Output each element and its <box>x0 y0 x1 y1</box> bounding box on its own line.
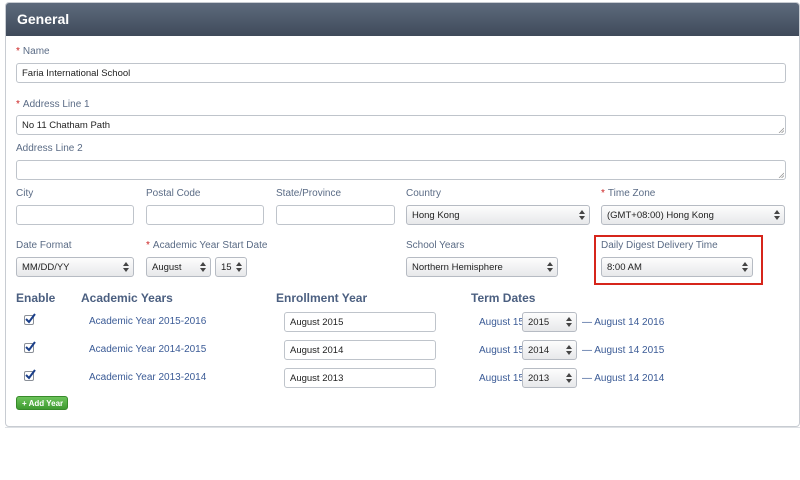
address2-input[interactable] <box>16 160 786 180</box>
academic-year-link[interactable]: Academic Year 2014-2015 <box>89 344 206 355</box>
select-arrows-icon <box>577 208 587 222</box>
select-arrows-icon <box>198 260 208 274</box>
term-start-date: August 15 <box>479 317 525 328</box>
select-arrows-icon <box>564 343 574 357</box>
address2-label: Address Line 2 <box>16 143 83 154</box>
select-arrows-icon <box>545 260 555 274</box>
term-dates-column-header: Term Dates <box>471 291 536 305</box>
enable-column-header: Enable <box>16 291 56 305</box>
academic-year-link[interactable]: Academic Year 2015-2016 <box>89 316 206 327</box>
enable-checkbox[interactable] <box>24 313 36 325</box>
resize-grip-icon[interactable] <box>778 172 784 178</box>
date-format-label: Date Format <box>16 240 72 251</box>
address1-label: * Address Line 1 <box>16 99 90 110</box>
select-arrows-icon <box>772 208 782 222</box>
school-years-label: School Years <box>406 240 465 251</box>
term-end-date: — August 14 2016 <box>582 317 665 328</box>
term-start-date: August 15 <box>479 373 525 384</box>
city-label: City <box>16 188 34 199</box>
postal-code-input[interactable] <box>146 205 264 225</box>
select-arrows-icon <box>234 260 244 274</box>
enrollment-year-input[interactable]: August 2013 <box>284 368 436 388</box>
city-input[interactable] <box>16 205 134 225</box>
enrollment-year-input[interactable]: August 2014 <box>284 340 436 360</box>
resize-grip-icon[interactable] <box>778 127 784 133</box>
school-years-select[interactable]: Northern Hemisphere <box>406 257 558 277</box>
enable-checkbox[interactable] <box>24 369 36 381</box>
term-end-date: — August 14 2014 <box>582 373 665 384</box>
academic-start-month-select[interactable]: August <box>146 257 211 277</box>
enrollment-year-input[interactable]: August 2015 <box>284 312 436 332</box>
select-arrows-icon <box>564 315 574 329</box>
term-year-select[interactable]: 2013 <box>522 368 577 388</box>
enrollment-year-column-header: Enrollment Year <box>276 291 368 305</box>
add-year-button[interactable]: + Add Year <box>16 396 68 410</box>
address1-input[interactable]: No 11 Chatham Path <box>16 115 786 135</box>
time-zone-label: * Time Zone <box>601 188 656 199</box>
academic-years-column-header: Academic Years <box>81 291 173 305</box>
time-zone-select[interactable]: (GMT+08:00) Hong Kong <box>601 205 785 225</box>
academic-year-link[interactable]: Academic Year 2013-2014 <box>89 372 206 383</box>
country-select[interactable]: Hong Kong <box>406 205 590 225</box>
state-input[interactable] <box>276 205 395 225</box>
checkmark-icon <box>25 341 36 352</box>
country-label: Country <box>406 188 442 199</box>
term-year-select[interactable]: 2014 <box>522 340 577 360</box>
term-year-select[interactable]: 2015 <box>522 312 577 332</box>
term-end-date: — August 14 2015 <box>582 345 665 356</box>
panel-bottom-divider <box>5 427 800 428</box>
digest-time-highlight-box <box>594 235 763 285</box>
name-input[interactable]: Faria International School <box>16 63 786 83</box>
checkmark-icon <box>25 313 36 324</box>
panel-title: General <box>6 3 799 36</box>
state-label: State/Province <box>276 188 342 199</box>
term-start-date: August 15 <box>479 345 525 356</box>
enable-checkbox[interactable] <box>24 341 36 353</box>
name-label: * Name <box>16 46 50 57</box>
academic-start-label: * Academic Year Start Date <box>146 240 268 251</box>
checkmark-icon <box>25 369 36 380</box>
date-format-select[interactable]: MM/DD/YY <box>16 257 134 277</box>
academic-start-day-select[interactable]: 15 <box>215 257 247 277</box>
select-arrows-icon <box>121 260 131 274</box>
postal-code-label: Postal Code <box>146 188 201 199</box>
select-arrows-icon <box>564 371 574 385</box>
